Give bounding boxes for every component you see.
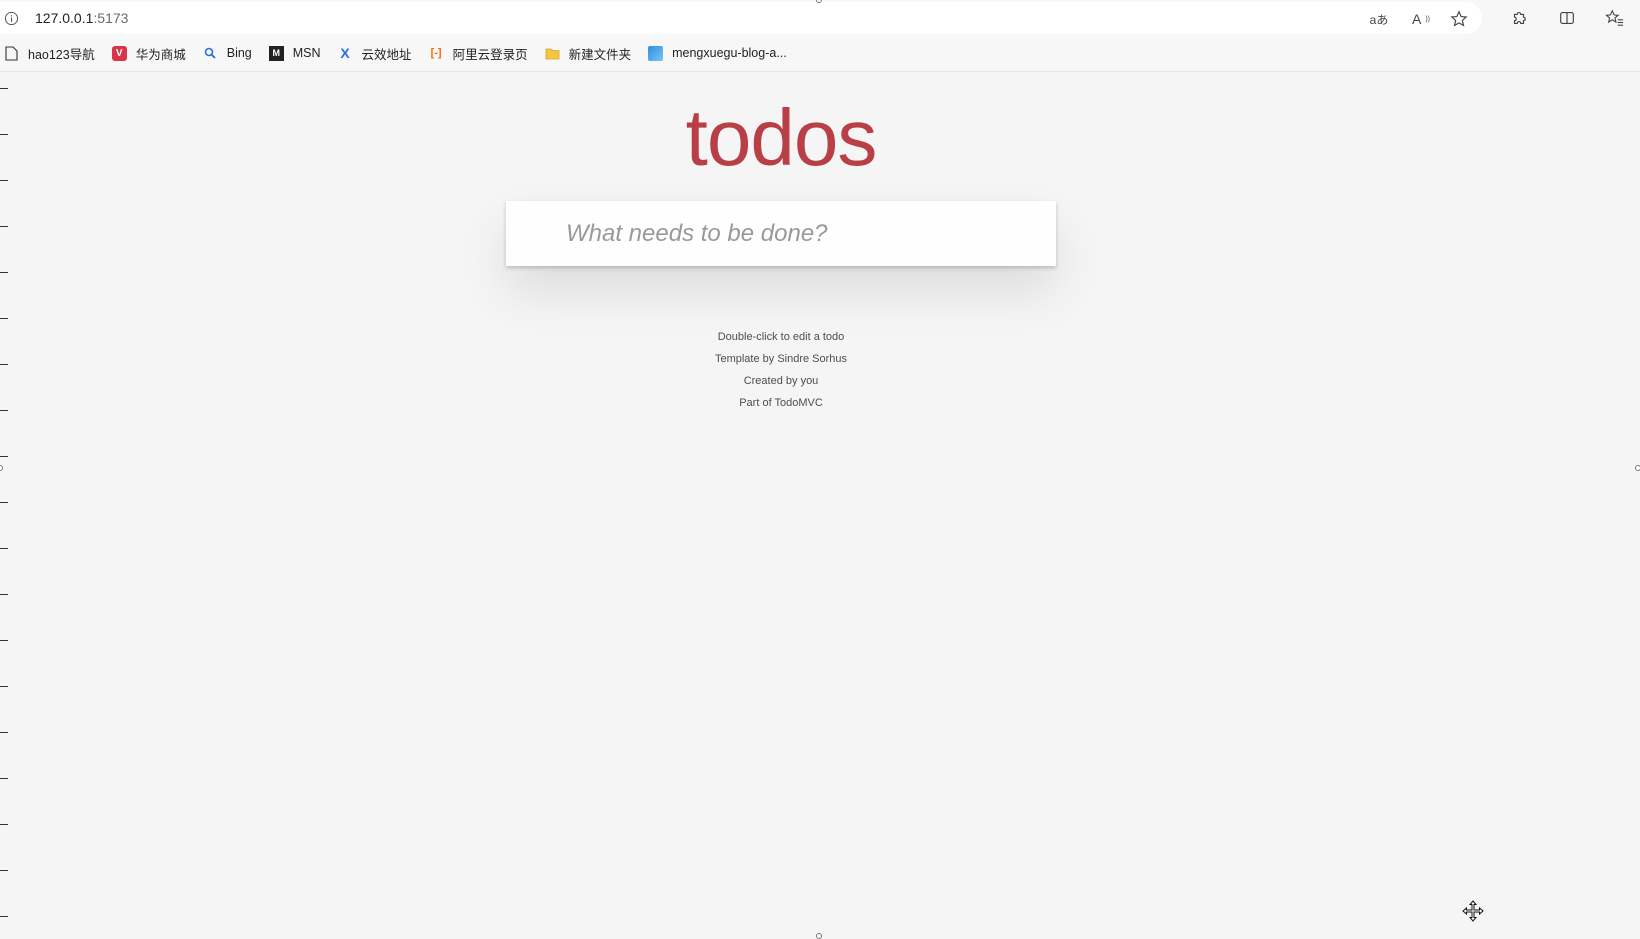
favorites-list-icon[interactable] (1604, 7, 1626, 29)
edge-tick (0, 640, 8, 641)
bookmark-hao123[interactable]: hao123导航 (4, 44, 95, 63)
huawei-icon: V (111, 45, 127, 61)
info-created-prefix: Created by (743, 375, 801, 387)
edge-tick (0, 456, 8, 457)
edge-tick (0, 180, 8, 181)
search-icon (203, 46, 218, 61)
folder-icon (545, 46, 560, 61)
info-icon[interactable] (3, 10, 19, 26)
edge-tick (0, 226, 8, 227)
todoapp: todos Double-click to edit a todo Templa… (0, 72, 1640, 938)
bookmark-mengxuegu[interactable]: mengxuegu-blog-a... (648, 45, 787, 61)
created-by-link[interactable]: you (801, 375, 819, 387)
edge-tick (0, 686, 8, 687)
info-part-of: Part of TodoMVC (0, 392, 1562, 414)
info-created: Created by you (0, 370, 1562, 392)
page-icon (4, 45, 19, 61)
edge-tick (0, 778, 8, 779)
todomvc-link[interactable]: TodoMVC (774, 397, 822, 409)
edge-tick (0, 502, 8, 503)
read-aloud-label: A (1411, 11, 1422, 27)
move-cursor-icon (1462, 900, 1484, 922)
edge-tick (0, 364, 8, 365)
edge-tick (0, 916, 8, 917)
resize-handle-right[interactable] (1635, 465, 1640, 471)
bookmark-label: 阿里云登录页 (452, 47, 528, 62)
bookmark-label: 云效地址 (361, 47, 412, 62)
bookmark-yunxiao[interactable]: X 云效地址 (338, 44, 412, 63)
edge-tick (0, 272, 8, 273)
aliyun-icon: [-] (430, 47, 442, 59)
info-template: Template by Sindre Sorhus (0, 348, 1562, 370)
bookmark-folder[interactable]: 新建文件夹 (545, 44, 632, 63)
bookmark-aliyun[interactable]: [-] 阿里云登录页 (429, 44, 528, 63)
bookmark-label: 华为商城 (135, 47, 186, 62)
bookmark-msn[interactable]: M MSN (268, 45, 321, 61)
bookmark-label: hao123导航 (28, 47, 95, 62)
address-bar[interactable]: 127.0.0.1:5173 aあ A)) (0, 2, 1482, 34)
site-icon (648, 45, 664, 61)
edge-tick (0, 548, 8, 549)
info-template-prefix: Template by (714, 353, 778, 365)
new-todo-input[interactable] (506, 201, 1056, 266)
info-footer: Double-click to edit a todo Template by … (0, 326, 1562, 414)
bookmarks-bar: hao123导航 V 华为商城 Bing M MSN X 云效地址 [-] 阿里… (0, 40, 1640, 66)
new-todo-container (506, 201, 1056, 266)
edge-tick (0, 410, 8, 411)
info-part-of-prefix: Part of (739, 397, 775, 409)
edge-tick (0, 134, 8, 135)
bookmark-label: 新建文件夹 (568, 47, 632, 62)
read-aloud-icon[interactable]: A)) (1408, 8, 1430, 30)
bookmark-huawei[interactable]: V 华为商城 (111, 44, 186, 63)
window-edge-ticks (0, 88, 10, 938)
info-edit-hint: Double-click to edit a todo (717, 331, 845, 343)
favorite-star-icon[interactable] (1448, 8, 1470, 30)
url-text[interactable]: 127.0.0.1:5173 (35, 10, 128, 26)
edge-tick (0, 318, 8, 319)
edge-tick (0, 732, 8, 733)
edge-tick (0, 870, 8, 871)
translate-icon[interactable]: aあ (1368, 8, 1390, 30)
author-link[interactable]: Sindre Sorhus (777, 353, 847, 365)
bookmark-label: Bing (226, 46, 252, 60)
bookmark-label: MSN (292, 46, 321, 60)
edge-tick (0, 594, 8, 595)
bookmark-bing[interactable]: Bing (203, 46, 252, 61)
url-host: 127.0.0.1 (35, 10, 94, 26)
edge-tick (0, 88, 8, 89)
resize-handle-bottom[interactable] (816, 933, 822, 939)
extensions-icon[interactable] (1508, 7, 1530, 29)
url-port: :5173 (93, 10, 129, 26)
msn-icon: M (268, 45, 284, 61)
yunxiao-icon: X (340, 45, 350, 61)
browser-chrome: 127.0.0.1:5173 aあ A)) hao123导航 V 华为商城 Bi… (0, 0, 1640, 72)
split-screen-icon[interactable] (1556, 7, 1578, 29)
page-title: todos (685, 93, 878, 182)
edge-tick (0, 824, 8, 825)
bookmark-label: mengxuegu-blog-a... (672, 46, 787, 60)
